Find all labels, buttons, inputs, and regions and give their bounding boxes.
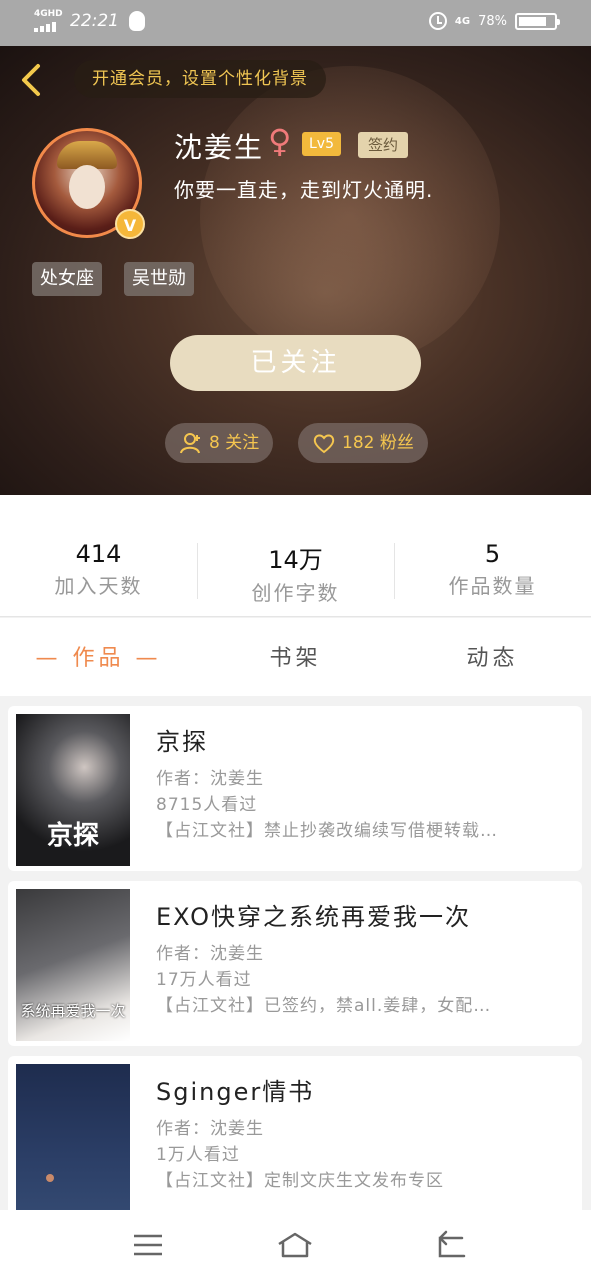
fans-count: 182 粉丝 <box>342 433 414 453</box>
book-cover <box>16 1064 130 1210</box>
book-author: 作者：沈姜生 <box>156 1119 264 1139</box>
avatar[interactable]: V <box>32 128 145 239</box>
following-count: 8 关注 <box>209 433 260 453</box>
home-icon[interactable] <box>275 1228 315 1262</box>
book-card[interactable]: 京探 京探 作者：沈姜生 8715人看过 【占江文社】禁止抄袭改编续写借梗转载… <box>8 706 582 871</box>
profile-motto: 你要一直走，走到灯火通明. <box>174 178 434 202</box>
profile-tabs: — 作品 — 书架 动态 <box>0 618 591 696</box>
heart-icon <box>313 434 335 454</box>
book-card[interactable]: 系统再爱我一次 EXO快穿之系统再爱我一次 作者：沈姜生 17万人看过 【占江文… <box>8 881 582 1046</box>
stat-words: 14万 创作字数 <box>251 546 340 605</box>
profile-header: 开通会员，设置个性化背景 V 沈姜生 ♀ Lv5 签约 你要一直走，走到灯火通明… <box>0 46 591 495</box>
level-badge: Lv5 <box>302 132 341 156</box>
back-button[interactable] <box>16 60 46 100</box>
book-author: 作者：沈姜生 <box>156 944 264 964</box>
book-views: 17万人看过 <box>156 970 252 990</box>
tab-works[interactable]: — 作品 — <box>0 640 197 672</box>
menu-icon[interactable] <box>128 1228 168 1262</box>
following-button[interactable]: 8 关注 <box>165 423 274 463</box>
qq-icon <box>129 11 145 31</box>
signed-badge: 签约 <box>358 132 409 158</box>
profile-tag: 处女座 <box>32 262 102 296</box>
female-icon: ♀ <box>268 122 292 160</box>
book-description: 【占江文社】禁止抄袭改编续写借梗转载… <box>156 821 498 841</box>
tab-bookshelf[interactable]: 书架 <box>197 640 394 672</box>
status-bar: 4GHD 22:21 4G 78% <box>0 0 591 46</box>
book-cover: 京探 <box>16 714 130 866</box>
book-title: 京探 <box>156 728 208 756</box>
system-nav-bar <box>0 1210 591 1280</box>
verified-badge: V <box>115 209 145 239</box>
network-4g-label: 4G <box>454 15 471 27</box>
clock: 22:21 <box>70 11 119 31</box>
back-icon[interactable] <box>430 1228 470 1262</box>
book-views: 8715人看过 <box>156 795 258 815</box>
chevron-left-icon <box>22 64 40 96</box>
follow-button[interactable]: 已关注 <box>170 335 421 391</box>
user-icon <box>180 433 200 454</box>
book-card[interactable]: Sginger情书 作者：沈姜生 1万人看过 【占江文社】定制文庆生文发布专区 <box>8 1056 582 1210</box>
book-title: Sginger情书 <box>156 1078 315 1106</box>
stat-days: 414 加入天数 <box>54 540 143 598</box>
stat-works: 5 作品数量 <box>448 540 537 598</box>
book-list: 京探 京探 作者：沈姜生 8715人看过 【占江文社】禁止抄袭改编续写借梗转载…… <box>0 696 591 1210</box>
username: 沈姜生 <box>174 131 265 164</box>
book-cover: 系统再爱我一次 <box>16 889 130 1041</box>
battery-percent: 78% <box>478 13 507 29</box>
book-views: 1万人看过 <box>156 1145 240 1165</box>
tab-activity[interactable]: 动态 <box>394 640 591 672</box>
book-description: 【占江文社】定制文庆生文发布专区 <box>156 1171 444 1191</box>
alarm-icon <box>428 12 447 30</box>
signal-icon: 4GHD <box>34 10 63 32</box>
fans-button[interactable]: 182 粉丝 <box>298 423 428 463</box>
profile-tag: 吴世勋 <box>124 262 194 296</box>
battery-icon <box>515 12 560 30</box>
book-description: 【占江文社】已签约，禁all.姜肆，女配… <box>156 996 492 1016</box>
vip-banner[interactable]: 开通会员，设置个性化背景 <box>74 60 326 98</box>
book-author: 作者：沈姜生 <box>156 769 264 789</box>
stats-panel: 414 加入天数 14万 创作字数 5 作品数量 <box>0 495 591 617</box>
book-title: EXO快穿之系统再爱我一次 <box>156 903 471 931</box>
